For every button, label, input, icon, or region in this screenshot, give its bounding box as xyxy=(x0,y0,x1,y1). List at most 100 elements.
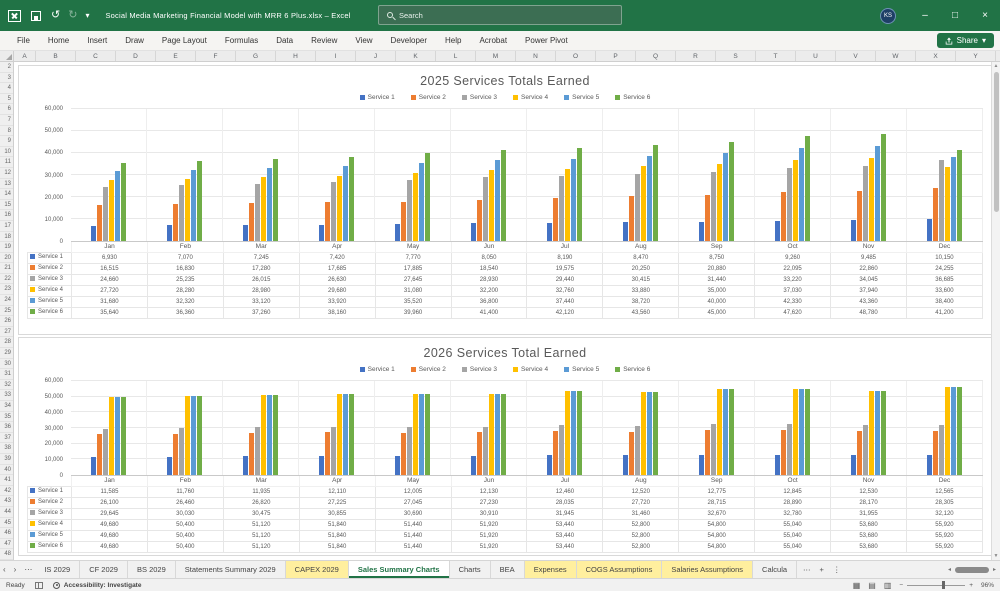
undo-icon[interactable]: ↺ xyxy=(51,0,60,31)
column-header-L[interactable]: L xyxy=(436,51,476,61)
row-header-7[interactable]: 7 xyxy=(0,115,13,126)
normal-view-icon[interactable]: ▦ xyxy=(853,579,861,591)
sheet-tab-statements-summary-2029[interactable]: Statements Summary 2029 xyxy=(176,561,286,578)
row-header-19[interactable]: 19 xyxy=(0,242,13,253)
sheet-list-dots-icon[interactable]: ⋯ xyxy=(24,565,32,574)
row-header-47[interactable]: 47 xyxy=(0,539,13,550)
row-header-33[interactable]: 33 xyxy=(0,390,13,401)
column-header-S[interactable]: S xyxy=(716,51,756,61)
sheet-tab-cf-2029[interactable]: CF 2029 xyxy=(80,561,128,578)
column-header-U[interactable]: U xyxy=(796,51,836,61)
accessibility-status[interactable]: Accessibility: Investigate xyxy=(53,582,142,589)
row-header-27[interactable]: 27 xyxy=(0,327,13,338)
page-break-view-icon[interactable]: ▥ xyxy=(884,579,892,591)
row-header-48[interactable]: 48 xyxy=(0,549,13,560)
next-sheet-icon[interactable]: › xyxy=(14,565,17,574)
row-header-23[interactable]: 23 xyxy=(0,284,13,295)
column-header-D[interactable]: D xyxy=(116,51,156,61)
column-header-P[interactable]: P xyxy=(596,51,636,61)
macro-record-icon[interactable] xyxy=(35,582,43,589)
row-header-42[interactable]: 42 xyxy=(0,486,13,497)
row-header-9[interactable]: 9 xyxy=(0,136,13,147)
scroll-up-icon[interactable]: ▲ xyxy=(994,62,999,70)
row-header-29[interactable]: 29 xyxy=(0,348,13,359)
ribbon-tab-file[interactable]: File xyxy=(8,31,39,51)
prev-sheet-icon[interactable]: ‹ xyxy=(3,565,6,574)
more-sheets-icon[interactable]: ⋯ xyxy=(803,565,811,574)
row-header-13[interactable]: 13 xyxy=(0,179,13,190)
row-header-3[interactable]: 3 xyxy=(0,73,13,84)
row-header-11[interactable]: 11 xyxy=(0,157,13,168)
row-header-43[interactable]: 43 xyxy=(0,496,13,507)
h-scroll-right-icon[interactable]: ▸ xyxy=(993,566,996,573)
column-header-G[interactable]: G xyxy=(236,51,276,61)
zoom-in-button[interactable]: + xyxy=(969,582,973,589)
share-button[interactable]: Share ▾ xyxy=(937,33,994,48)
column-header-N[interactable]: N xyxy=(516,51,556,61)
scroll-down-icon[interactable]: ▼ xyxy=(994,552,999,560)
redo-icon[interactable]: ↻ xyxy=(68,0,77,31)
ribbon-tab-power-pivot[interactable]: Power Pivot xyxy=(516,31,577,51)
sheet-tab-expenses[interactable]: Expenses xyxy=(525,561,577,578)
row-header-17[interactable]: 17 xyxy=(0,221,13,232)
zoom-level[interactable]: 96% xyxy=(981,582,994,589)
ribbon-tab-developer[interactable]: Developer xyxy=(382,31,436,51)
horizontal-scrollbar[interactable]: ◂ ▸ xyxy=(948,561,1000,578)
row-header-40[interactable]: 40 xyxy=(0,465,13,476)
row-header-6[interactable]: 6 xyxy=(0,104,13,115)
sheet-tab-bs-2029[interactable]: BS 2029 xyxy=(128,561,176,578)
column-header-T[interactable]: T xyxy=(756,51,796,61)
chart-2025-services[interactable]: 2025 Services Totals Earned Service 1Ser… xyxy=(18,65,992,335)
row-header-31[interactable]: 31 xyxy=(0,369,13,380)
column-header-O[interactable]: O xyxy=(556,51,596,61)
row-header-22[interactable]: 22 xyxy=(0,274,13,285)
row-header-36[interactable]: 36 xyxy=(0,422,13,433)
row-header-25[interactable]: 25 xyxy=(0,306,13,317)
ribbon-tab-page-layout[interactable]: Page Layout xyxy=(153,31,216,51)
zoom-out-button[interactable]: − xyxy=(899,582,903,589)
ribbon-tab-draw[interactable]: Draw xyxy=(116,31,153,51)
zoom-slider-thumb[interactable] xyxy=(942,581,945,589)
row-header-30[interactable]: 30 xyxy=(0,359,13,370)
row-header-37[interactable]: 37 xyxy=(0,433,13,444)
ribbon-tab-formulas[interactable]: Formulas xyxy=(216,31,267,51)
sheet-tab-capex-2029[interactable]: CAPEX 2029 xyxy=(286,561,349,578)
column-header-Q[interactable]: Q xyxy=(636,51,676,61)
search-box[interactable]: Search xyxy=(378,5,622,25)
row-header-38[interactable]: 38 xyxy=(0,443,13,454)
row-header-21[interactable]: 21 xyxy=(0,263,13,274)
row-header-28[interactable]: 28 xyxy=(0,337,13,348)
sheet-tab-cogs-assumptions[interactable]: COGS Assumptions xyxy=(577,561,663,578)
sheet-options-kebab-icon[interactable]: ⋮ xyxy=(833,565,841,574)
row-header-39[interactable]: 39 xyxy=(0,454,13,465)
ribbon-tab-home[interactable]: Home xyxy=(39,31,78,51)
column-header-J[interactable]: J xyxy=(356,51,396,61)
save-icon[interactable] xyxy=(31,11,41,21)
row-header-44[interactable]: 44 xyxy=(0,507,13,518)
row-header-14[interactable]: 14 xyxy=(0,189,13,200)
qat-customize-icon[interactable]: ▾ xyxy=(85,0,89,31)
row-header-18[interactable]: 18 xyxy=(0,232,13,243)
column-header-V[interactable]: V xyxy=(836,51,876,61)
row-header-16[interactable]: 16 xyxy=(0,210,13,221)
row-header-15[interactable]: 15 xyxy=(0,200,13,211)
column-header-K[interactable]: K xyxy=(396,51,436,61)
ribbon-tab-review[interactable]: Review xyxy=(302,31,346,51)
column-header-Y[interactable]: Y xyxy=(956,51,996,61)
ribbon-tab-data[interactable]: Data xyxy=(267,31,302,51)
ribbon-tab-acrobat[interactable]: Acrobat xyxy=(470,31,516,51)
chart-2026-services[interactable]: 2026 Services Total Earned Service 1Serv… xyxy=(18,337,992,556)
ribbon-tab-help[interactable]: Help xyxy=(436,31,470,51)
sheet-tab-charts[interactable]: Charts xyxy=(450,561,491,578)
spreadsheet-grid[interactable]: 2345678910111213141516171819202122232425… xyxy=(0,62,1000,560)
row-header-10[interactable]: 10 xyxy=(0,147,13,158)
excel-logo-icon[interactable] xyxy=(8,10,21,22)
page-layout-view-icon[interactable]: ▤ xyxy=(868,579,876,591)
restore-button[interactable]: □ xyxy=(940,0,970,31)
row-header-41[interactable]: 41 xyxy=(0,475,13,486)
row-header-5[interactable]: 5 xyxy=(0,94,13,105)
column-header-M[interactable]: M xyxy=(476,51,516,61)
sheet-tab-is-2029[interactable]: IS 2029 xyxy=(35,561,80,578)
column-header-C[interactable]: C xyxy=(76,51,116,61)
zoom-slider[interactable] xyxy=(907,585,965,586)
